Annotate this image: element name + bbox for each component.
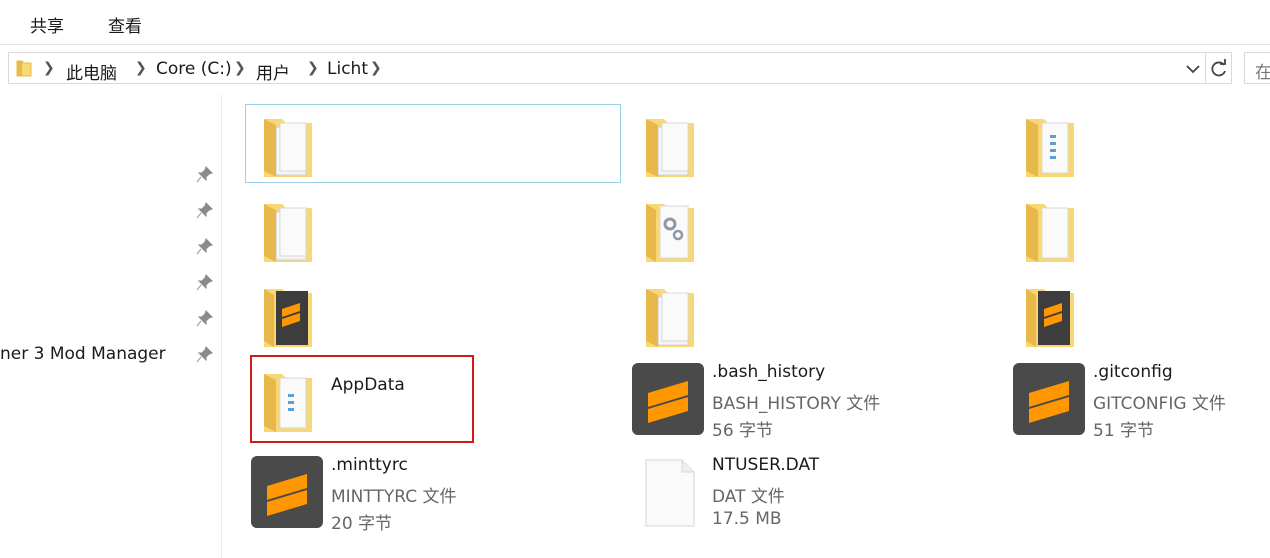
sublime-file-icon[interactable] [251, 456, 323, 528]
search-placeholder: 在 [1255, 63, 1270, 83]
pin-icon[interactable] [196, 165, 214, 183]
sublime-folder-icon[interactable] [260, 279, 316, 349]
folder-icon [16, 60, 32, 77]
breadcrumb-drive[interactable]: Core (C:) [156, 59, 232, 79]
folder-icon[interactable] [260, 109, 316, 179]
appdata-folder-icon[interactable] [260, 364, 316, 434]
file-type: MINTTYRC 文件 [331, 487, 457, 507]
address-row: ❯ 此电脑 ❯ Core (C:) ❯ 用户 ❯ Licht ❯ 在 [0, 44, 1270, 94]
chevron-right-icon[interactable]: ❯ [234, 60, 246, 76]
breadcrumb-licht[interactable]: Licht [327, 59, 368, 79]
pin-icon[interactable] [196, 237, 214, 255]
chevron-right-icon[interactable]: ❯ [307, 60, 319, 76]
file-size: 51 字节 [1093, 421, 1155, 441]
sublime-folder-icon[interactable] [1022, 279, 1078, 349]
breadcrumb-this-pc[interactable]: 此电脑 [66, 59, 117, 84]
tab-share[interactable]: 共享 [30, 12, 64, 37]
folder-icon[interactable] [642, 109, 698, 179]
search-input[interactable]: 在 [1244, 52, 1270, 84]
folder-icon[interactable] [260, 194, 316, 264]
navigation-pane: ner 3 Mod Manager [0, 94, 222, 558]
file-type: GITCONFIG 文件 [1093, 394, 1226, 414]
file-name-bash-history[interactable]: .bash_history [712, 362, 825, 382]
pin-icon[interactable] [196, 201, 214, 219]
file-name-appdata[interactable]: AppData [331, 375, 405, 395]
chevron-right-icon[interactable]: ❯ [43, 60, 55, 76]
chevron-right-icon[interactable]: ❯ [135, 60, 147, 76]
sublime-file-icon[interactable] [1013, 363, 1085, 435]
pin-icon[interactable] [196, 309, 214, 327]
ribbon: 共享 查看 [0, 0, 1270, 45]
file-name-gitconfig[interactable]: .gitconfig [1093, 362, 1173, 382]
folder-icon[interactable] [642, 279, 698, 349]
file-size: 20 字节 [331, 514, 393, 534]
pin-icon[interactable] [196, 345, 214, 363]
folder-icon[interactable] [1022, 194, 1078, 264]
tab-view[interactable]: 查看 [108, 12, 142, 37]
folder-icon[interactable] [1022, 109, 1078, 179]
sublime-file-icon[interactable] [632, 363, 704, 435]
chevron-right-icon[interactable]: ❯ [370, 60, 382, 76]
file-size: 56 字节 [712, 421, 774, 441]
refresh-icon [1211, 59, 1226, 77]
settings-folder-icon[interactable] [642, 194, 698, 264]
chevron-down-icon[interactable] [1185, 63, 1201, 75]
blank-file-icon[interactable] [642, 458, 698, 528]
address-bar[interactable]: ❯ 此电脑 ❯ Core (C:) ❯ 用户 ❯ Licht ❯ [8, 52, 1206, 84]
nav-item-mod-manager[interactable]: ner 3 Mod Manager [0, 344, 166, 364]
file-type: DAT 文件 [712, 487, 785, 507]
pin-icon[interactable] [196, 273, 214, 291]
breadcrumb-users[interactable]: 用户 [256, 59, 290, 84]
file-name-ntuser[interactable]: NTUSER.DAT [712, 455, 819, 475]
file-type: BASH_HISTORY 文件 [712, 394, 881, 414]
refresh-button[interactable] [1206, 52, 1232, 84]
file-size: 17.5 MB [712, 509, 782, 529]
file-name-minttyrc[interactable]: .minttyrc [331, 455, 408, 475]
file-list: AppData .bash_history BASH_HISTORY 文件 56… [222, 94, 1270, 558]
